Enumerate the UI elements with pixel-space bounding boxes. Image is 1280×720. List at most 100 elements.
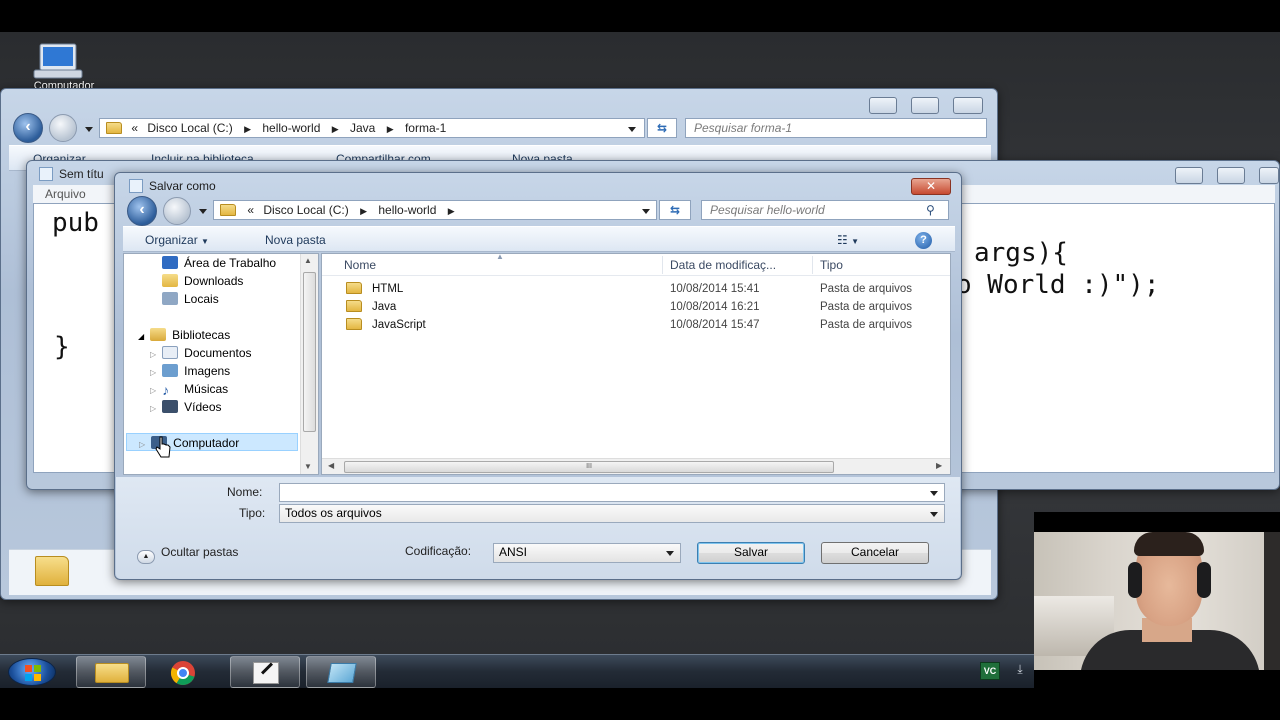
new-folder-button[interactable]: Nova pasta xyxy=(265,227,326,253)
crumb-hello-world[interactable]: hello-world xyxy=(378,203,436,217)
close-button[interactable] xyxy=(953,97,983,114)
dialog-title: Salvar como xyxy=(129,179,216,193)
tree-item-libraries[interactable]: ◢ Bibliotecas xyxy=(138,326,230,344)
encoding-label: Codificação: xyxy=(405,544,472,558)
scroll-left-icon[interactable]: ◀ xyxy=(328,461,334,470)
crumb-disco-local[interactable]: Disco Local (C:) xyxy=(263,203,348,217)
code-right-2: o World :)"); xyxy=(956,270,1160,300)
tray-app-icon[interactable]: VC xyxy=(980,662,1000,680)
help-icon[interactable]: ? xyxy=(915,232,932,249)
column-modified[interactable]: Data de modificaç... xyxy=(670,254,776,276)
notepad-close-button[interactable] xyxy=(1259,167,1279,184)
refresh-button[interactable]: ⇆ xyxy=(647,118,677,138)
nav-scroll-thumb[interactable] xyxy=(303,272,316,432)
address-dropdown-icon[interactable] xyxy=(628,127,636,132)
search-icon[interactable]: ⚲ xyxy=(926,201,935,219)
address-bar[interactable]: « Disco Local (C:) ▶ hello-world ▶ Java … xyxy=(99,118,645,138)
taskbar-notepad-button[interactable] xyxy=(306,656,376,688)
horizontal-scroll-thumb[interactable]: III xyxy=(344,461,834,473)
code-line-1: pub xyxy=(52,208,99,238)
view-options-icon[interactable]: ☷ ▼ xyxy=(837,227,859,255)
forward-button[interactable] xyxy=(49,114,77,142)
webcam-headphone-left xyxy=(1128,562,1142,598)
nav-scrollbar[interactable]: ▲ ▼ xyxy=(300,254,318,474)
taskbar-chrome-button[interactable] xyxy=(152,656,222,688)
notepad-icon xyxy=(327,663,357,683)
filetype-dropdown-icon[interactable] xyxy=(930,512,938,517)
filename-input[interactable] xyxy=(279,483,945,502)
address-chevrons: « xyxy=(247,203,255,217)
file-list[interactable]: Nome ▲ Data de modificaç... Tipo HTML 10… xyxy=(321,253,951,475)
filetype-select[interactable]: Todos os arquivos xyxy=(279,504,945,523)
encoding-select[interactable]: ANSI xyxy=(493,543,681,563)
collapse-arrow-icon: ▲ xyxy=(137,550,155,564)
paint-icon xyxy=(253,662,279,684)
dialog-address-bar[interactable]: « Disco Local (C:) ▶ hello-world ▶ xyxy=(213,200,657,220)
history-dropdown-icon[interactable] xyxy=(85,127,93,132)
dialog-history-dropdown-icon[interactable] xyxy=(199,209,207,214)
notepad-minimize-button[interactable] xyxy=(1175,167,1203,184)
column-type[interactable]: Tipo xyxy=(820,254,843,276)
organize-menu[interactable]: Organizar ▼ xyxy=(145,227,209,255)
column-divider xyxy=(662,256,663,274)
tree-item-documents[interactable]: ▷ Documentos xyxy=(150,344,252,362)
notepad-app-icon xyxy=(39,167,53,181)
tree-item-recent-places[interactable]: Locais xyxy=(162,290,219,308)
tree-item-videos[interactable]: ▷ Vídeos xyxy=(150,398,222,416)
back-button[interactable]: ‹ xyxy=(13,113,43,143)
navigation-pane[interactable]: Área de Trabalho Downloads Locais ◢ Bibli… xyxy=(123,253,319,475)
tree-item-music[interactable]: ▷ ♪ Músicas xyxy=(150,380,228,398)
file-row[interactable]: JavaScript 10/08/2014 15:47 Pasta de arq… xyxy=(322,316,950,334)
dialog-app-icon xyxy=(129,179,143,193)
dialog-close-button[interactable]: ✕ xyxy=(911,178,951,195)
encoding-dropdown-icon[interactable] xyxy=(666,551,674,556)
taskbar-explorer-button[interactable] xyxy=(76,656,146,688)
brush-stroke xyxy=(260,662,274,675)
minimize-button[interactable] xyxy=(869,97,897,114)
notepad-maximize-button[interactable] xyxy=(1217,167,1245,184)
dialog-forward-button[interactable] xyxy=(163,197,191,225)
scroll-right-icon[interactable]: ▶ xyxy=(936,461,942,470)
tray-download-icon[interactable]: ⤓ xyxy=(1012,662,1028,680)
column-name[interactable]: Nome xyxy=(344,254,376,276)
filename-dropdown-icon[interactable] xyxy=(930,491,938,496)
address-dropdown-icon[interactable] xyxy=(642,209,650,214)
dialog-back-button[interactable]: ‹ xyxy=(127,196,157,226)
tree-item-desktop[interactable]: Área de Trabalho xyxy=(162,254,276,272)
sort-arrow-icon: ▲ xyxy=(496,253,504,261)
scroll-up-icon[interactable]: ▲ xyxy=(304,256,312,265)
maximize-button[interactable] xyxy=(911,97,939,114)
folder-icon xyxy=(220,204,236,216)
save-button[interactable]: Salvar xyxy=(697,542,805,564)
file-row[interactable]: Java 10/08/2014 16:21 Pasta de arquivos xyxy=(322,298,950,316)
cancel-button[interactable]: Cancelar xyxy=(821,542,929,564)
tree-item-downloads[interactable]: Downloads xyxy=(162,272,243,290)
desktop-icon xyxy=(162,256,178,269)
hand-cursor-icon xyxy=(155,436,171,458)
videos-icon xyxy=(162,400,179,413)
tree-item-pictures[interactable]: ▷ Imagens xyxy=(150,362,230,380)
start-button[interactable] xyxy=(8,658,56,686)
dialog-search-input[interactable]: Pesquisar hello-world ⚲ xyxy=(701,200,949,220)
save-as-dialog[interactable]: Salvar como ✕ ‹ « Disco Local (C:) ▶ hel… xyxy=(114,172,962,580)
horizontal-scrollbar[interactable]: ◀ III ▶ xyxy=(322,458,950,474)
crumb-forma-1[interactable]: forma-1 xyxy=(405,121,446,135)
crumb-hello-world[interactable]: hello-world xyxy=(262,121,320,135)
file-modified: 10/08/2014 16:21 xyxy=(670,301,760,313)
tree-item-computer[interactable]: ▷ Computador xyxy=(126,433,298,451)
downloads-icon xyxy=(162,274,178,287)
file-name: HTML xyxy=(346,280,403,298)
scroll-down-icon[interactable]: ▼ xyxy=(304,462,312,471)
search-input[interactable]: Pesquisar forma-1 xyxy=(685,118,987,138)
folder-icon xyxy=(346,282,362,294)
webcam-background-dark xyxy=(1264,532,1280,670)
menu-file[interactable]: Arquivo xyxy=(45,187,86,201)
letterbox-bottom xyxy=(0,688,1280,720)
taskbar-paint-button[interactable] xyxy=(230,656,300,688)
windows-logo-icon xyxy=(25,665,41,681)
hide-folders-button[interactable]: ▲ Ocultar pastas xyxy=(137,545,238,564)
crumb-java[interactable]: Java xyxy=(350,121,375,135)
file-row[interactable]: HTML 10/08/2014 15:41 Pasta de arquivos xyxy=(322,280,950,298)
dialog-refresh-button[interactable]: ⇆ xyxy=(659,200,691,220)
crumb-disco-local[interactable]: Disco Local (C:) xyxy=(147,121,232,135)
